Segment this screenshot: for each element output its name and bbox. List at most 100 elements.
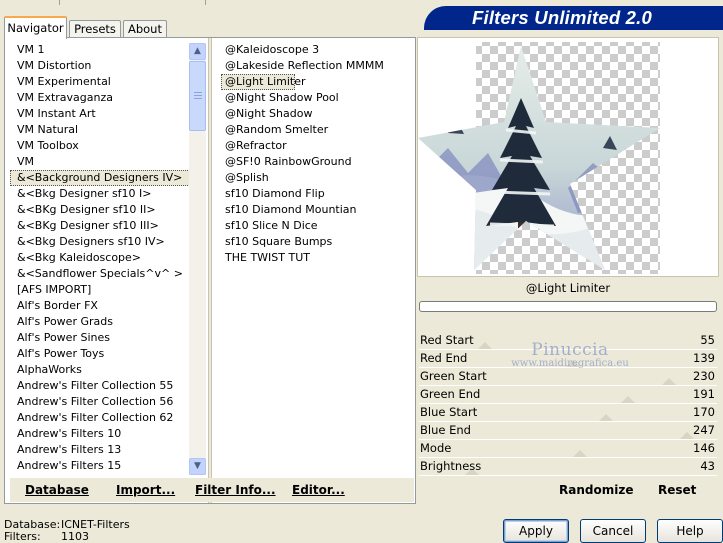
filter-item[interactable]: sf10 Square Bumps (221, 234, 416, 250)
filter-list[interactable]: @Kaleidoscope 3 @Lakeside Reflection MMMM… (221, 42, 416, 476)
param-label: Brightness (420, 459, 482, 473)
filter-item[interactable]: @Night Shadow (221, 106, 416, 122)
parameter-panel: Red Start 55 Red End 139 Green Start 230 Green… (417, 315, 719, 477)
param-value: 146 (693, 441, 715, 455)
category-item[interactable]: &<Bkg Designer sf10 I> (10, 186, 190, 202)
randomize-button[interactable]: Randomize (559, 483, 633, 497)
category-item[interactable]: &<BKg Designer sf10 II> (10, 202, 190, 218)
list-divider[interactable] (208, 38, 212, 503)
category-scrollbar[interactable]: ▲ ▼ (189, 43, 206, 475)
category-item[interactable]: Alf's Power Sines (10, 330, 190, 346)
param-label: Green Start (420, 369, 487, 383)
filter-item[interactable]: @Kaleidoscope 3 (221, 42, 416, 58)
help-button[interactable]: Help (657, 519, 723, 543)
category-item[interactable]: VM Extravaganza (10, 90, 190, 106)
param-label: Blue Start (420, 405, 478, 419)
param-value: 139 (693, 351, 715, 365)
reset-button[interactable]: Reset (658, 483, 696, 497)
slider-thumb[interactable] (661, 378, 676, 385)
category-item[interactable]: Andrew's Filter Collection 55 (10, 378, 190, 394)
category-item[interactable]: Andrew's Filter Collection 56 (10, 394, 190, 410)
editor-button[interactable]: Editor... (292, 483, 345, 497)
category-item[interactable]: AlphaWorks (10, 362, 190, 378)
slider-thumb[interactable] (477, 342, 492, 349)
filter-item[interactable]: @Night Shadow Pool (221, 90, 416, 106)
param-slider-row[interactable]: Blue Start 170 (417, 404, 719, 422)
category-item[interactable]: VM (10, 154, 190, 170)
slider-track[interactable] (419, 475, 717, 476)
param-slider-row[interactable]: Green End 191 (417, 386, 719, 404)
category-item[interactable]: &<Bkg Designers sf10 IV> (10, 234, 190, 250)
category-item[interactable]: Andrew's Filters 15 (10, 458, 190, 474)
filter-item[interactable]: sf10 Slice N Dice (221, 218, 416, 234)
thumb-grip (194, 98, 202, 99)
param-slider-row[interactable]: Red End 139 (417, 350, 719, 368)
filter-item[interactable]: @Refractor (221, 138, 416, 154)
filter-item[interactable]: @Random Smelter (221, 122, 416, 138)
filter-item[interactable]: @Lakeside Reflection MMMM (221, 58, 416, 74)
scroll-down-button[interactable]: ▼ (189, 458, 206, 475)
category-item[interactable]: VM 1 (10, 42, 190, 58)
param-slider-row[interactable]: Green Start 230 (417, 368, 719, 386)
preview-image (418, 42, 660, 274)
filter-info-button[interactable]: Filter Info... (195, 483, 276, 497)
filter-item[interactable]: @Light Limiter (221, 74, 306, 90)
filter-item[interactable]: sf10 Diamond Flip (221, 186, 416, 202)
preset-button-bar: Randomize Reset (417, 477, 719, 504)
navigator-panel: VM 1 VM Distortion VM Experimental VM Extra… (4, 37, 416, 504)
category-item[interactable]: VM Distortion (10, 58, 190, 74)
slider-thumb[interactable] (679, 432, 694, 439)
category-item[interactable]: Alf's Power Grads (10, 314, 190, 330)
category-item[interactable]: Alf's Power Toys (10, 346, 190, 362)
tab-navigator[interactable]: Navigator (4, 16, 67, 39)
param-value: 247 (693, 423, 715, 437)
param-label: Red Start (420, 333, 474, 347)
category-item[interactable]: &<Sandflower Specials^v^ > (10, 266, 190, 282)
param-label: Blue End (420, 423, 471, 437)
param-slider-row[interactable]: Brightness 43 (417, 458, 719, 476)
top-strip-segment (60, 0, 206, 5)
filter-item[interactable]: sf10 Diamond Mountian (221, 202, 416, 218)
category-list[interactable]: VM 1 VM Distortion VM Experimental VM Extra… (10, 42, 190, 476)
category-item[interactable]: &<Background Designers IV> (10, 170, 190, 186)
thumb-grip (194, 95, 202, 96)
category-item[interactable]: VM Natural (10, 122, 190, 138)
thumb-grip (194, 92, 202, 93)
apply-button[interactable]: Apply (503, 519, 569, 543)
filter-item[interactable]: @Splish (221, 170, 416, 186)
category-item[interactable]: VM Instant Art (10, 106, 190, 122)
import-button[interactable]: Import... (116, 483, 175, 497)
current-filter-name: @Light Limiter (417, 277, 719, 301)
param-value: 55 (700, 333, 715, 347)
database-info: Database:ICNET-Filters Filters: 1103 (4, 519, 130, 543)
preview-pane (417, 37, 719, 277)
param-value: 43 (700, 459, 715, 473)
param-slider-row[interactable]: Red Start 55 (417, 332, 719, 350)
scrollbar-thumb[interactable] (189, 61, 206, 131)
filter-item[interactable]: @SF!0 RainbowGround (221, 154, 416, 170)
database-button[interactable]: Database (25, 483, 89, 497)
param-label: Red End (420, 351, 468, 365)
category-item[interactable]: VM Toolbox (10, 138, 190, 154)
app-title-banner: Filters Unlimited 2.0 (424, 6, 723, 30)
slider-thumb[interactable] (598, 414, 613, 421)
category-item[interactable]: Andrew's Filters 10 (10, 426, 190, 442)
progress-bar (419, 301, 717, 312)
category-item[interactable]: &<BKg Designer sf10 III> (10, 218, 190, 234)
param-slider-row[interactable]: Mode 146 (417, 440, 719, 458)
slider-thumb[interactable] (620, 396, 635, 403)
param-slider-row[interactable]: Blue End 247 (417, 422, 719, 440)
category-item[interactable]: [AFS IMPORT] (10, 282, 190, 298)
param-label: Green End (420, 387, 481, 401)
category-item[interactable]: VM Experimental (10, 74, 190, 90)
filter-item[interactable]: THE TWIST TUT (221, 250, 416, 266)
slider-thumb[interactable] (566, 360, 581, 367)
category-item[interactable]: Andrew's Filters 13 (10, 442, 190, 458)
cancel-button[interactable]: Cancel (580, 519, 646, 543)
scroll-up-button[interactable]: ▲ (189, 43, 206, 60)
category-item[interactable]: &<Bkg Kaleidoscope> (10, 250, 190, 266)
chevron-up-icon: ▲ (194, 46, 201, 56)
category-item[interactable]: Andrew's Filter Collection 62 (10, 410, 190, 426)
slider-thumb[interactable] (573, 450, 588, 457)
category-item[interactable]: Alf's Border FX (10, 298, 190, 314)
